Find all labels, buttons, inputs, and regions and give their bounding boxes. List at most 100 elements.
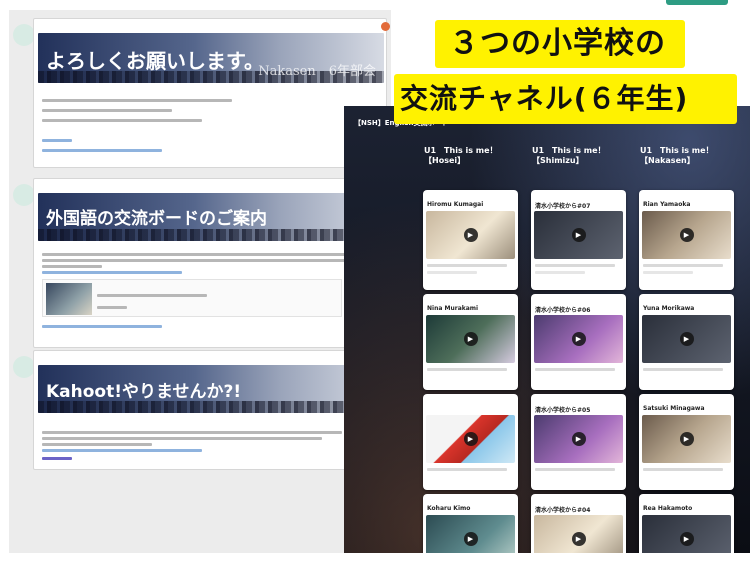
screenshot-canvas: よろしくお願いします。 Nakasen 6年部会 外国語の交流ボードのご案内 K… xyxy=(0,0,750,563)
link-preview-thumbnail xyxy=(46,283,92,315)
feed-post: Kahoot!やりませんか?! xyxy=(33,350,387,470)
post-text-line xyxy=(42,431,342,434)
accent-bar xyxy=(666,0,728,5)
play-icon[interactable]: ▶ xyxy=(679,432,694,446)
banner-skyline xyxy=(38,401,384,413)
board-card[interactable]: Rea Hakamoto ▶ xyxy=(639,494,734,553)
card-caption xyxy=(535,368,615,371)
post-meta xyxy=(64,354,386,360)
banner-title: 外国語の交流ボードのご案内 xyxy=(46,209,267,229)
play-icon[interactable]: ▶ xyxy=(679,332,694,346)
post-text-line xyxy=(42,253,372,256)
avatar[interactable] xyxy=(13,356,35,378)
video-thumbnail[interactable]: ▶ xyxy=(642,315,731,363)
avatar[interactable] xyxy=(13,184,35,206)
play-icon[interactable]: ▶ xyxy=(463,532,478,546)
play-icon[interactable]: ▶ xyxy=(463,432,478,446)
column-header-hosei: U1 This is me！ 【Hosei】 xyxy=(424,146,524,166)
card-caption xyxy=(535,271,585,274)
play-icon[interactable]: ▶ xyxy=(571,532,586,546)
feed-post: よろしくお願いします。 Nakasen 6年部会 xyxy=(33,18,387,168)
card-title: Yuna Morikawa xyxy=(643,305,695,312)
board-card[interactable]: Nina Murakami ▶ xyxy=(423,294,518,390)
feed-post: 外国語の交流ボードのご案内 xyxy=(33,178,387,348)
caption-line-1: ３つの小学校の xyxy=(435,20,685,68)
board-card[interactable]: Rian Yamaoka ▶ xyxy=(639,190,734,290)
post-text-line xyxy=(42,119,202,122)
play-icon[interactable]: ▶ xyxy=(463,228,478,242)
seen-by-link[interactable] xyxy=(42,149,162,152)
card-caption xyxy=(427,264,507,267)
post-text-line xyxy=(42,437,322,440)
video-thumbnail[interactable]: ▶ xyxy=(534,515,623,553)
board-card[interactable]: 清水小学校から#07 ▶ xyxy=(531,190,626,290)
board-card[interactable]: 清水小学校から#04 ▶ xyxy=(531,494,626,553)
video-thumbnail[interactable]: ▶ xyxy=(426,211,515,259)
avatar[interactable] xyxy=(13,24,35,46)
column-header-line: U1 This is me！ xyxy=(640,146,714,155)
card-title: Hiromu Kumagai xyxy=(427,201,484,208)
card-caption xyxy=(535,264,615,267)
card-caption xyxy=(643,271,693,274)
board-card[interactable]: Satsuki Minagawa ▶ xyxy=(639,394,734,490)
card-title: Koharu Kimo xyxy=(427,505,471,512)
post-banner: よろしくお願いします。 Nakasen 6年部会 xyxy=(38,33,384,83)
card-caption xyxy=(427,468,507,471)
banner-subtitle: Nakasen 6年部会 xyxy=(258,64,376,79)
board-card[interactable]: Koharu Kimo ▶ xyxy=(423,494,518,553)
video-thumbnail[interactable]: ▶ xyxy=(426,415,515,463)
play-icon[interactable]: ▶ xyxy=(571,228,586,242)
post-text-line xyxy=(42,265,102,268)
date-separator xyxy=(159,170,239,178)
video-thumbnail[interactable]: ▶ xyxy=(534,415,623,463)
post-text-line xyxy=(42,109,172,112)
banner-skyline xyxy=(38,229,384,241)
card-caption xyxy=(427,271,477,274)
video-thumbnail[interactable]: ▶ xyxy=(426,315,515,363)
post-banner: Kahoot!やりませんか?! xyxy=(38,365,384,413)
board-card[interactable]: Hiromu Kumagai ▶ xyxy=(423,190,518,290)
card-title: 清水小学校から#06 xyxy=(535,307,591,314)
video-thumbnail[interactable]: ▶ xyxy=(534,211,623,259)
column-header-line: 【Hosei】 xyxy=(424,156,466,165)
english-exchange-board[interactable]: 【NSH】English交流ボード U1 This is me！ 【Hosei】… xyxy=(344,106,750,553)
banner-title: Kahoot!やりませんか?! xyxy=(46,382,242,402)
seen-by-link[interactable] xyxy=(42,325,162,328)
card-title: Nina Murakami xyxy=(427,305,479,312)
video-thumbnail[interactable]: ▶ xyxy=(642,211,731,259)
video-thumbnail[interactable]: ▶ xyxy=(534,315,623,363)
play-icon[interactable]: ▶ xyxy=(679,228,694,242)
card-title: 清水小学校から#07 xyxy=(535,203,591,210)
read-more-link[interactable] xyxy=(42,139,72,142)
card-title: Satsuki Minagawa xyxy=(643,405,705,412)
banner-title: よろしくお願いします。 xyxy=(46,49,264,73)
column-header-line: U1 This is me！ xyxy=(424,146,498,155)
card-title: 清水小学校から#05 xyxy=(535,407,591,414)
post-text-line xyxy=(42,259,362,262)
board-card[interactable]: 清水小学校から#06 ▶ xyxy=(531,294,626,390)
link-preview-card[interactable] xyxy=(42,279,342,317)
board-card[interactable]: Yuna Morikawa ▶ xyxy=(639,294,734,390)
play-icon[interactable]: ▶ xyxy=(571,332,586,346)
post-url-link[interactable] xyxy=(42,271,182,274)
group-feed[interactable]: よろしくお願いします。 Nakasen 6年部会 外国語の交流ボードのご案内 K… xyxy=(9,10,391,553)
read-progress-bar xyxy=(42,457,72,460)
card-caption xyxy=(643,468,723,471)
play-icon[interactable]: ▶ xyxy=(571,432,586,446)
column-header-nakasen: U1 This is me！ 【Nakasen】 xyxy=(640,146,740,166)
play-icon[interactable]: ▶ xyxy=(463,332,478,346)
column-header-line: U1 This is me！ xyxy=(532,146,606,155)
card-caption xyxy=(427,368,507,371)
video-thumbnail[interactable]: ▶ xyxy=(642,415,731,463)
close-icon[interactable] xyxy=(381,22,390,31)
video-thumbnail[interactable]: ▶ xyxy=(642,515,731,553)
caption-line-2: 交流チャネル(６年生) xyxy=(394,74,737,124)
board-card[interactable]: ▶ xyxy=(423,394,518,490)
video-thumbnail[interactable]: ▶ xyxy=(426,515,515,553)
link-preview-desc xyxy=(97,294,207,297)
post-url-link[interactable] xyxy=(42,449,202,452)
post-meta xyxy=(64,182,386,188)
card-title: Rea Hakamoto xyxy=(643,505,693,512)
play-icon[interactable]: ▶ xyxy=(679,532,694,546)
board-card[interactable]: 清水小学校から#05 ▶ xyxy=(531,394,626,490)
